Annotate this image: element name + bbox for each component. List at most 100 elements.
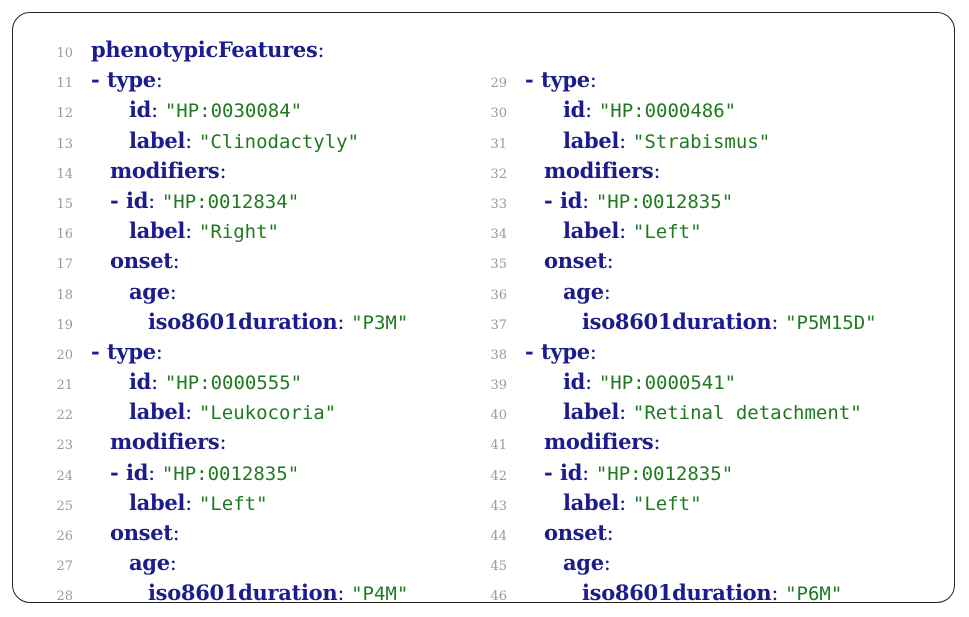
list-dash: -: [544, 459, 561, 485]
yaml-key: id: [129, 369, 152, 395]
colon: :: [603, 551, 611, 576]
yaml-string-value: "HP:0012835": [595, 462, 734, 485]
code-content: onset:: [110, 248, 180, 273]
code-content: modifiers:: [110, 429, 227, 454]
colon: :: [603, 279, 611, 304]
yaml-key: age: [129, 278, 170, 304]
colon: :: [219, 430, 227, 455]
yaml-key: onset: [110, 520, 173, 545]
yaml-string-value: "Left": [198, 492, 268, 515]
code-content: label: "Leukocoria": [129, 399, 336, 424]
code-content: - id: "HP:0012835": [110, 460, 299, 485]
colon: :: [151, 370, 165, 395]
yaml-string-value: "HP:0012835": [161, 462, 300, 485]
code-content: - type:: [525, 67, 597, 92]
line-number: 12: [56, 106, 73, 122]
line-number: 26: [56, 529, 73, 544]
yaml-string-value: "HP:0030084": [164, 100, 303, 123]
line-number: 27: [56, 559, 73, 575]
code-content: age:: [129, 550, 177, 575]
yaml-key: onset: [544, 520, 607, 545]
code-content: iso8601duration: "P3M": [148, 309, 408, 334]
colon: :: [169, 551, 177, 576]
yaml-string-value: "Left": [632, 221, 702, 244]
line-number: 19: [56, 317, 73, 333]
line-number: 34: [490, 227, 507, 243]
colon: :: [148, 460, 162, 485]
line-number: 29: [490, 76, 507, 92]
yaml-string-value: "HP:0000486": [598, 100, 737, 123]
line-number: 14: [56, 166, 73, 182]
code-content: onset:: [544, 248, 614, 273]
line-number: 43: [490, 498, 507, 514]
line-number: 17: [56, 257, 73, 273]
code-content: id: "HP:0030084": [129, 97, 302, 122]
code-content: label: "Left": [563, 218, 702, 243]
code-content: modifiers:: [110, 158, 227, 183]
line-number: 15: [56, 196, 73, 212]
code-content: label: "Strabismus": [563, 128, 770, 153]
yaml-key: modifiers: [544, 157, 654, 183]
yaml-string-value: "Leukocoria": [198, 402, 337, 425]
code-content: onset:: [544, 520, 614, 545]
code-content: - type:: [525, 339, 597, 364]
yaml-string-value: "P4M": [351, 583, 409, 606]
code-content: modifiers:: [544, 429, 661, 454]
yaml-key: age: [563, 278, 604, 304]
code-content: label: "Retinal detachment": [563, 399, 862, 424]
code-content: - type:: [91, 67, 163, 92]
yaml-key: modifiers: [544, 429, 654, 455]
code-content: id: "HP:0000555": [129, 369, 302, 394]
code-content: - id: "HP:0012835": [544, 188, 733, 213]
yaml-key: type: [107, 67, 156, 93]
colon: :: [155, 68, 163, 93]
code-content: age:: [563, 279, 611, 304]
yaml-key: onset: [110, 248, 173, 274]
yaml-key: id: [126, 459, 149, 485]
colon: :: [185, 128, 199, 153]
yaml-key: id: [560, 459, 583, 485]
line-number: 22: [56, 408, 73, 424]
line-number: 38: [490, 347, 507, 363]
code-content: iso8601duration: "P5M15D": [582, 309, 877, 334]
code-content: modifiers:: [544, 158, 661, 183]
yaml-key: id: [560, 187, 583, 213]
yaml-key: age: [563, 550, 604, 576]
yaml-key: type: [107, 338, 156, 364]
yaml-key: id: [563, 369, 586, 395]
line-number: 45: [490, 559, 507, 575]
colon: :: [219, 158, 227, 183]
code-content: id: "HP:0000486": [563, 97, 736, 122]
yaml-string-value: "Strabismus": [632, 130, 771, 153]
code-content: iso8601duration: "P4M": [148, 580, 408, 605]
yaml-key: age: [129, 550, 170, 576]
colon: :: [653, 158, 661, 183]
colon: :: [589, 339, 597, 364]
code-listing-frame: 10 phenotypicFeatures: 11 - type: 12 id: "HP:…: [12, 12, 955, 605]
yaml-key: type: [541, 67, 590, 93]
list-dash: -: [110, 459, 127, 485]
colon: :: [619, 128, 633, 153]
line-number: 44: [490, 529, 507, 544]
list-dash: -: [525, 67, 542, 93]
colon: :: [155, 339, 163, 364]
line-number: 18: [56, 287, 73, 303]
yaml-key: id: [126, 187, 149, 213]
code-content: phenotypicFeatures:: [91, 37, 325, 62]
yaml-key: label: [563, 127, 620, 153]
colon: :: [337, 309, 352, 334]
line-number: 35: [490, 257, 507, 273]
line-number: 33: [490, 196, 507, 212]
code-content: label: "Right": [129, 218, 279, 243]
colon: :: [585, 98, 599, 123]
line-number: 42: [490, 468, 507, 484]
line-number: 23: [56, 438, 73, 454]
code-content: age:: [129, 279, 177, 304]
yaml-key: label: [563, 399, 620, 425]
colon: :: [148, 188, 162, 213]
colon: :: [653, 430, 661, 455]
code-content: onset:: [110, 520, 180, 545]
line-number: 41: [490, 438, 507, 454]
colon: :: [185, 219, 199, 244]
yaml-string-value: "P3M": [351, 311, 409, 334]
